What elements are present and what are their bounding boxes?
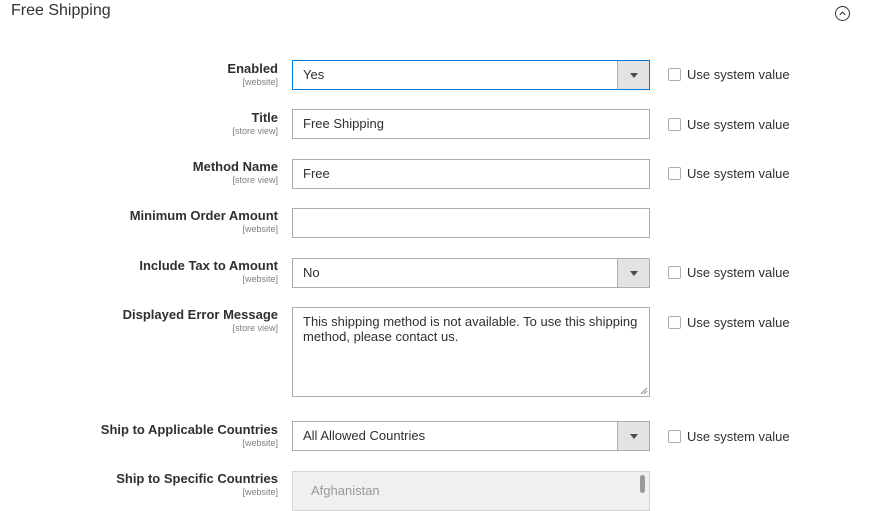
field-label: Ship to Specific Countries [website] [116,471,278,497]
applicable-countries-select[interactable]: All Allowed Countries [292,421,650,451]
collapse-section-button[interactable] [835,6,850,21]
section-title[interactable]: Free Shipping [11,2,111,20]
dropdown-arrow-icon [617,422,649,450]
use-system-value-method-name[interactable]: Use system value [668,166,790,181]
include-tax-select[interactable]: No [292,258,650,288]
dropdown-arrow-icon [617,259,649,287]
field-label: Title [store view] [232,110,278,136]
checkbox[interactable] [668,68,681,81]
field-label: Include Tax to Amount [website] [139,258,278,284]
checkbox[interactable] [668,316,681,329]
resize-handle-icon[interactable] [640,387,648,395]
use-system-value-title[interactable]: Use system value [668,117,790,132]
field-label: Minimum Order Amount [website] [129,208,278,234]
specific-countries-multiselect[interactable]: Afghanistan [292,471,650,511]
scrollbar[interactable] [640,475,645,493]
field-label: Enabled [website] [227,61,278,87]
field-label: Displayed Error Message [store view] [122,307,278,333]
title-input[interactable]: Free Shipping [292,109,650,139]
field-label: Method Name [store view] [192,159,278,185]
use-system-value-enabled[interactable]: Use system value [668,67,790,82]
checkbox[interactable] [668,266,681,279]
checkbox[interactable] [668,167,681,180]
minimum-order-amount-input[interactable] [292,208,650,238]
checkbox[interactable] [668,430,681,443]
use-system-value-error-message[interactable]: Use system value [668,315,790,330]
use-system-value-applicable-countries[interactable]: Use system value [668,429,790,444]
chevron-up-icon [839,11,846,16]
error-message-textarea[interactable]: This shipping method is not available. T… [292,307,650,397]
field-label: Ship to Applicable Countries [website] [100,422,278,448]
checkbox[interactable] [668,118,681,131]
enabled-select[interactable]: Yes [292,60,650,90]
dropdown-arrow-icon [617,61,649,89]
use-system-value-include-tax[interactable]: Use system value [668,265,790,280]
method-name-input[interactable]: Free [292,159,650,189]
